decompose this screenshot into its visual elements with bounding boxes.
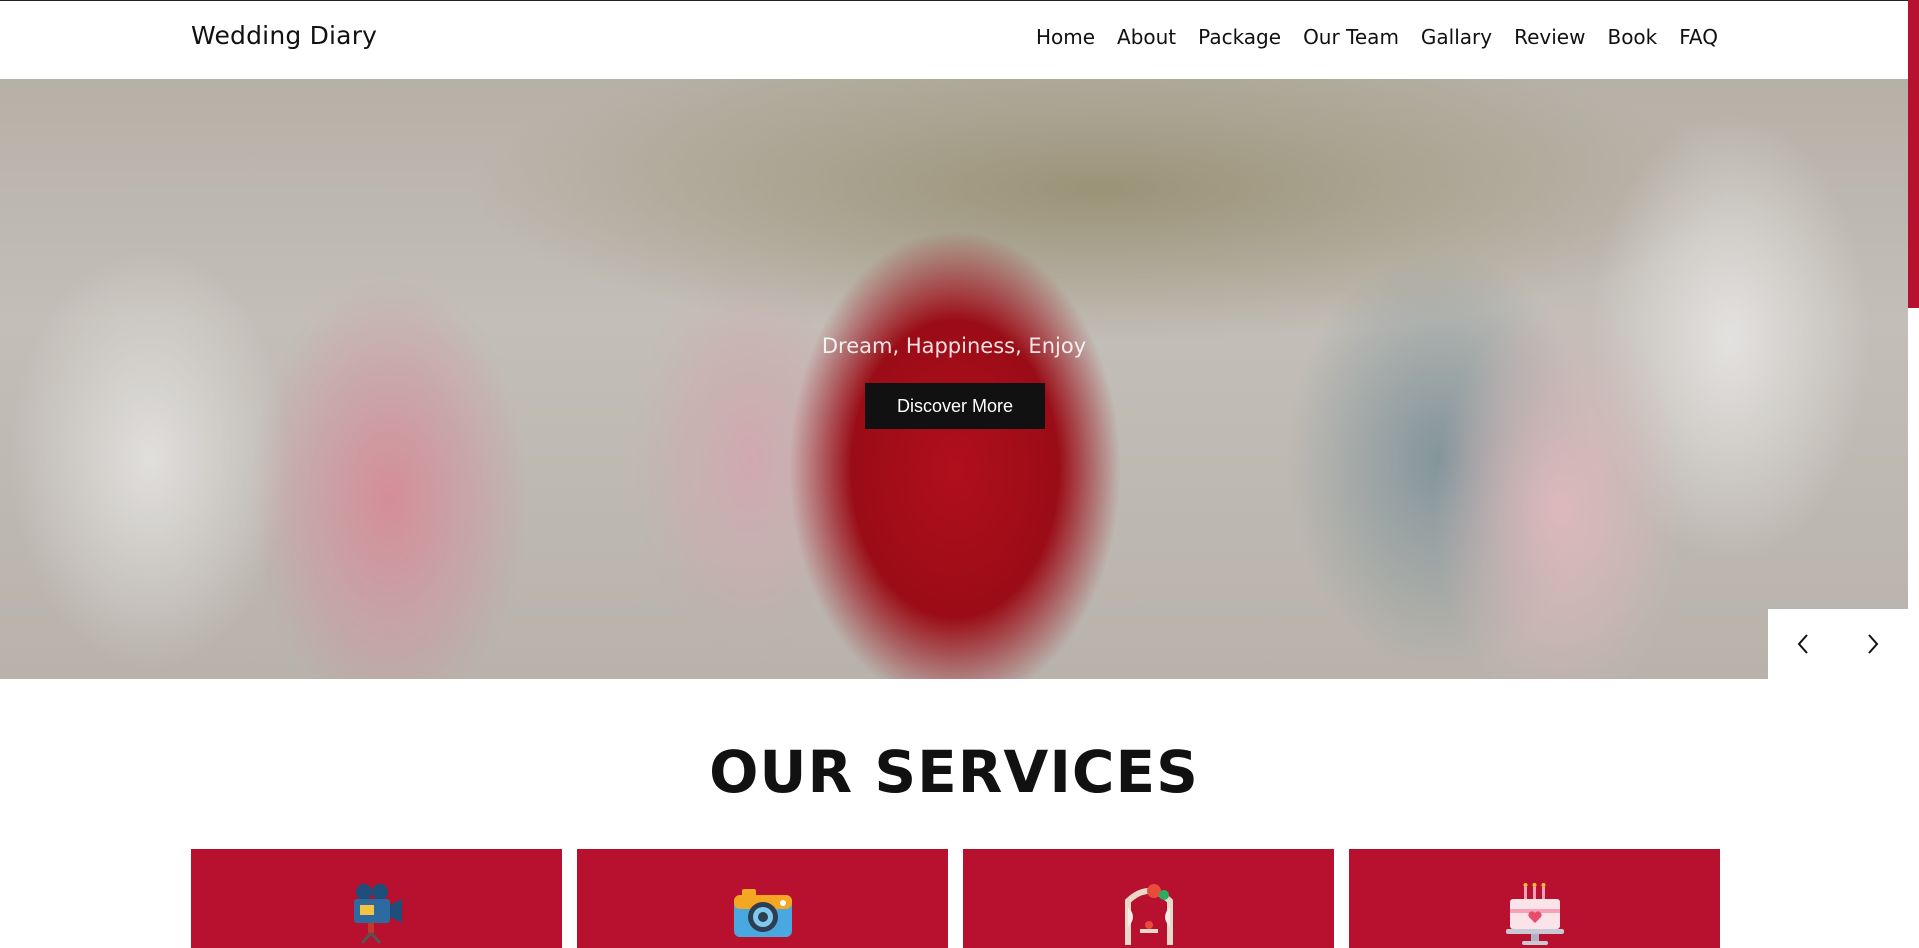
nav-item-home[interactable]: Home bbox=[1036, 25, 1095, 49]
wedding-cake-icon bbox=[1505, 883, 1564, 945]
services-title: OUR SERVICES bbox=[709, 738, 1199, 806]
nav-item-package[interactable]: Package bbox=[1198, 25, 1281, 49]
nav-item-about[interactable]: About bbox=[1117, 25, 1176, 49]
brand-logo[interactable]: Wedding Diary bbox=[191, 21, 377, 50]
chevron-left-icon bbox=[1797, 634, 1808, 654]
service-card-video[interactable] bbox=[191, 849, 562, 948]
nav-item-gallary[interactable]: Gallary bbox=[1421, 25, 1492, 49]
slider-next-button[interactable] bbox=[1838, 609, 1908, 679]
slider-controls bbox=[1768, 609, 1908, 679]
service-card-photography[interactable] bbox=[577, 849, 948, 948]
page: Wedding Diary Home About Package Our Tea… bbox=[0, 0, 1919, 948]
navbar: Wedding Diary Home About Package Our Tea… bbox=[0, 0, 1908, 79]
hero-tagline: Dream, Happiness, Enjoy bbox=[821, 334, 1087, 358]
nav-item-book[interactable]: Book bbox=[1607, 25, 1657, 49]
wedding-arch-icon bbox=[1124, 884, 1173, 945]
slider-prev-button[interactable] bbox=[1768, 609, 1838, 679]
video-camera-icon bbox=[353, 884, 402, 945]
nav-item-faq[interactable]: FAQ bbox=[1679, 25, 1718, 49]
nav-item-review[interactable]: Review bbox=[1514, 25, 1585, 49]
service-card-cake[interactable] bbox=[1349, 849, 1720, 948]
main-nav: Home About Package Our Team Gallary Revi… bbox=[1014, 25, 1718, 49]
photo-camera-icon bbox=[733, 889, 792, 937]
service-card-decoration[interactable] bbox=[963, 849, 1334, 948]
scrollbar-thumb[interactable] bbox=[1908, 0, 1919, 308]
hero-banner: Dream, Happiness, Enjoy Discover More bbox=[0, 79, 1908, 679]
nav-item-our-team[interactable]: Our Team bbox=[1303, 25, 1399, 49]
chevron-right-icon bbox=[1868, 634, 1879, 654]
discover-more-button[interactable]: Discover More bbox=[865, 383, 1045, 429]
hero-image-overlay bbox=[0, 79, 1908, 679]
